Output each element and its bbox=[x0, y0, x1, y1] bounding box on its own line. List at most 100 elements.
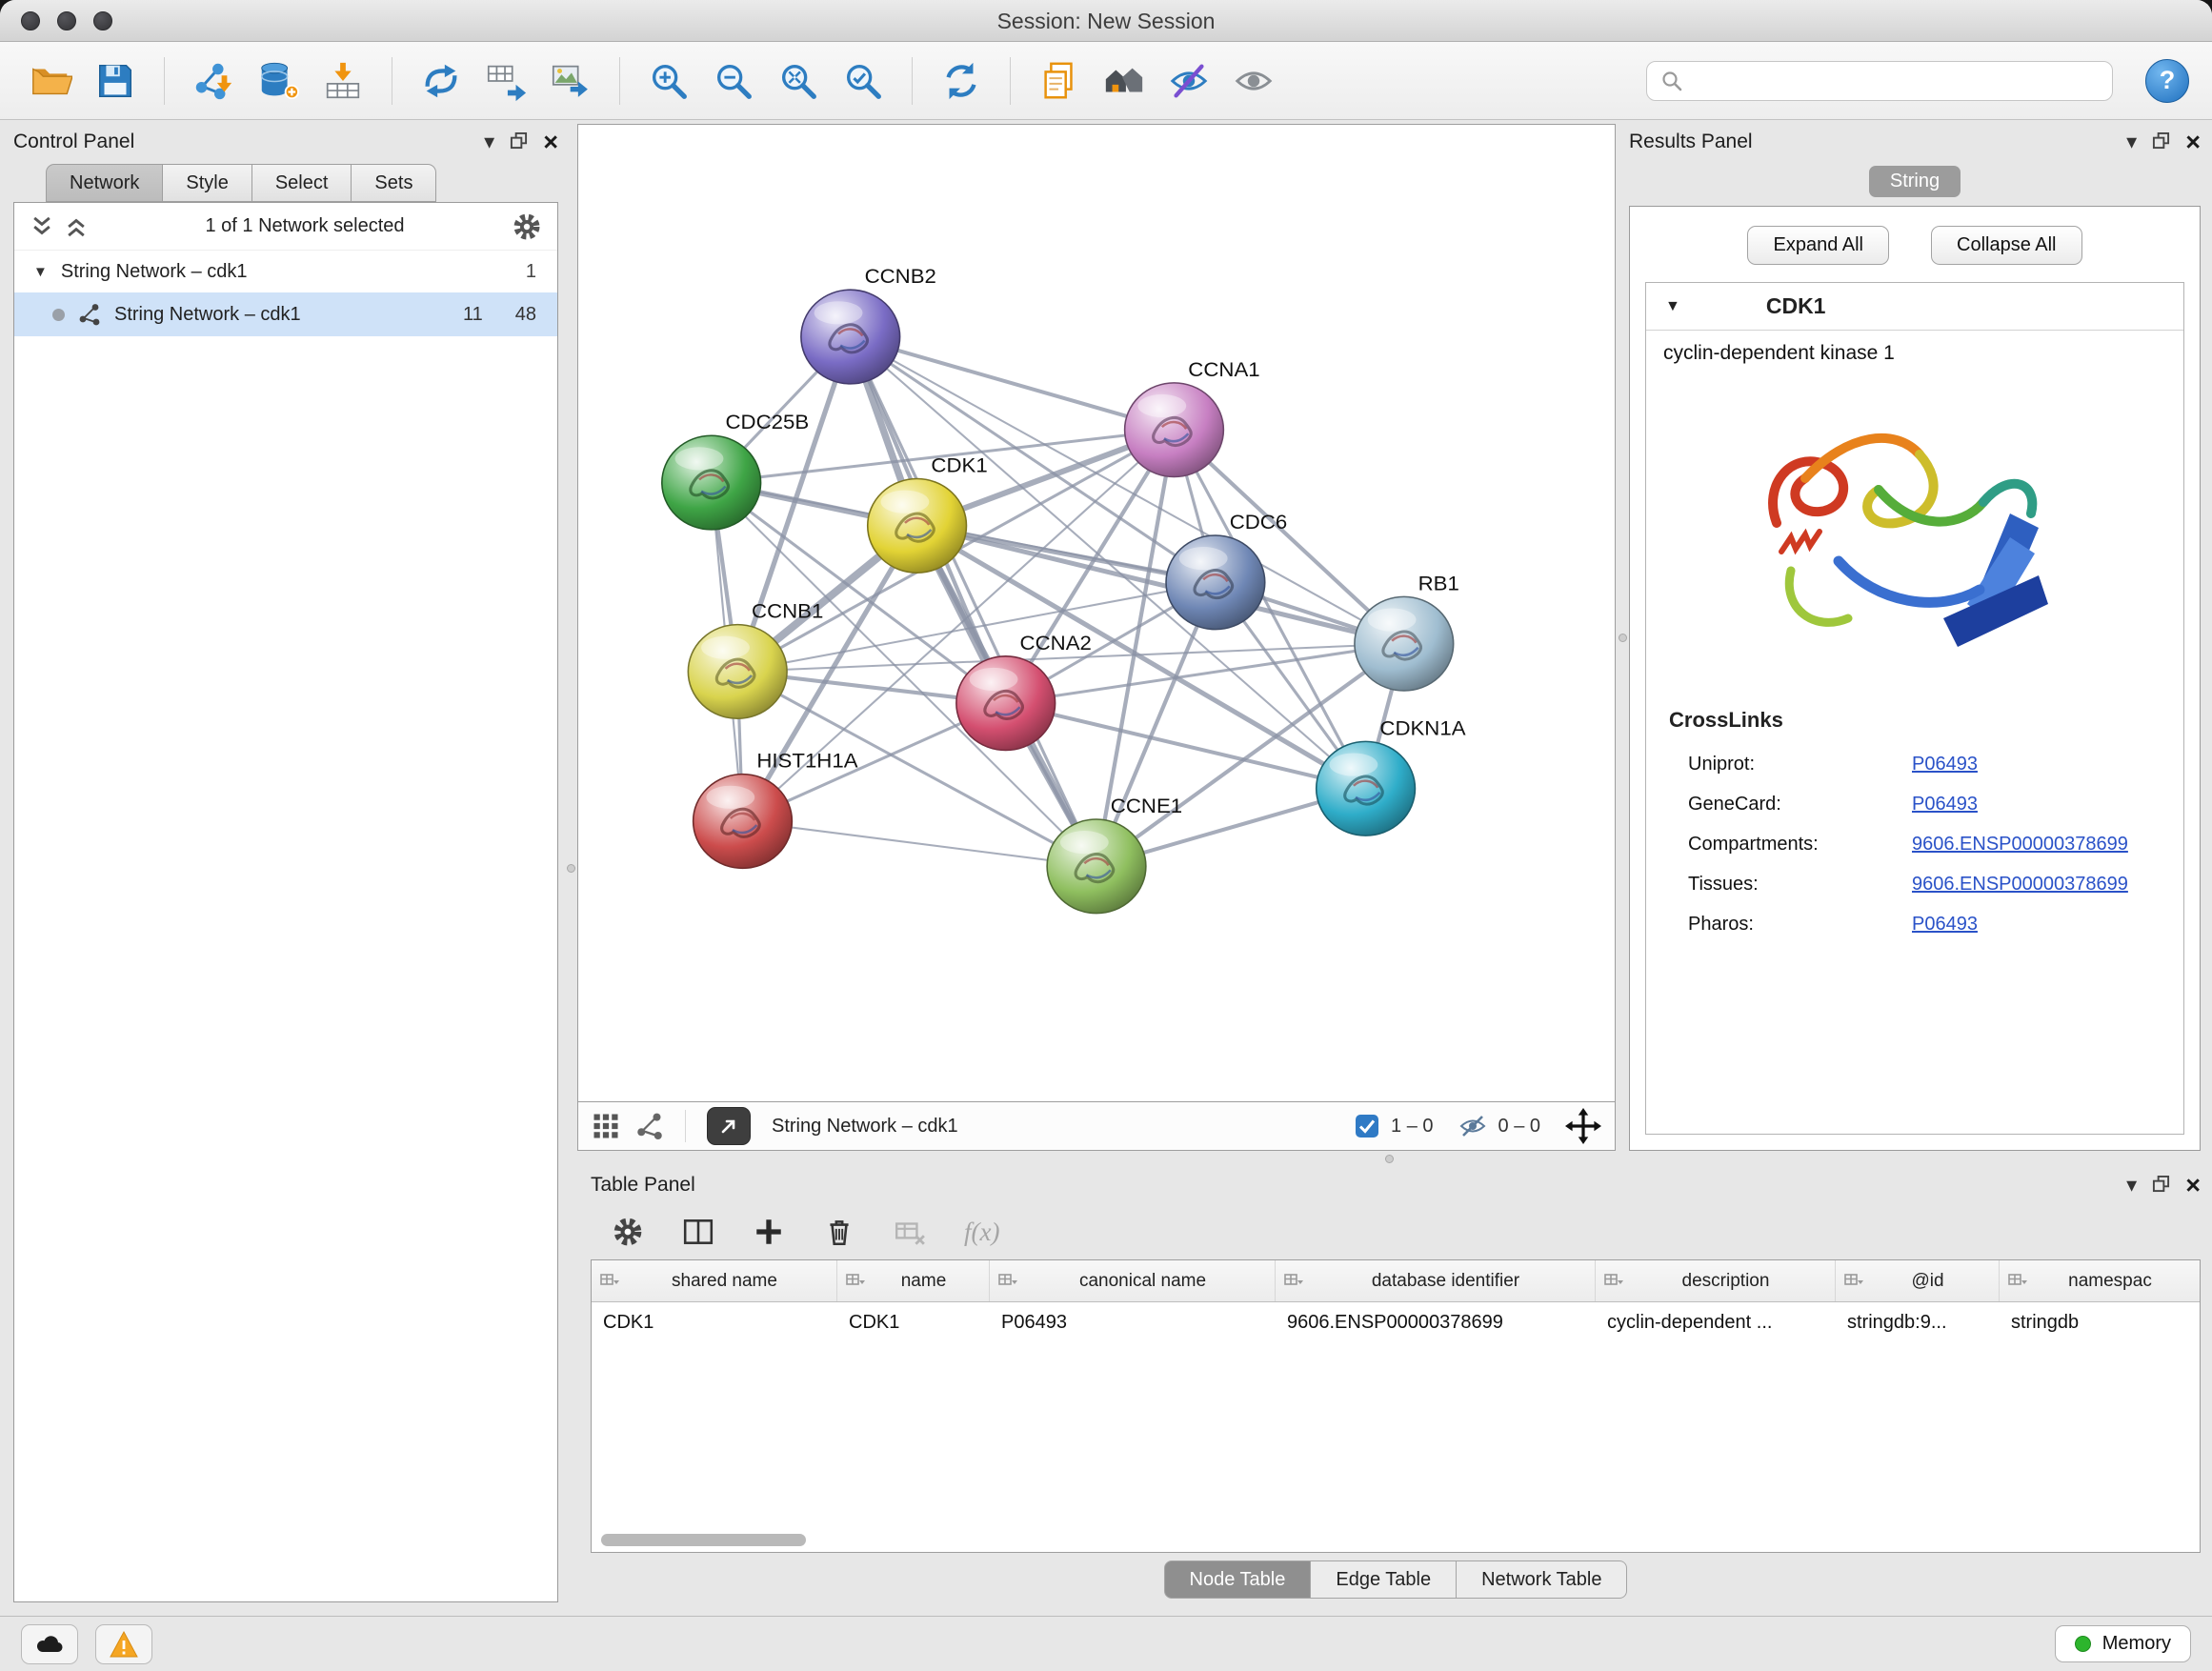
apply-layout-button[interactable] bbox=[934, 53, 989, 109]
tab-edge-table[interactable]: Edge Table bbox=[1311, 1560, 1457, 1599]
memory-button[interactable]: Memory bbox=[2055, 1625, 2191, 1662]
panel-collapse-icon[interactable]: ▾ bbox=[2126, 131, 2137, 152]
tab-node-table[interactable]: Node Table bbox=[1164, 1560, 1312, 1599]
network-node-rb1[interactable]: RB1 bbox=[1355, 572, 1459, 691]
pan-crosshair-icon[interactable] bbox=[1565, 1108, 1601, 1144]
splitter-grip[interactable] bbox=[567, 864, 575, 873]
export-table-button[interactable] bbox=[478, 53, 533, 109]
import-table-from-file-button[interactable] bbox=[315, 53, 371, 109]
results-panel: Results Panel ▾ × String bbox=[1629, 124, 2201, 1151]
horizontal-scrollbar-thumb[interactable] bbox=[601, 1534, 806, 1546]
show-all-button[interactable] bbox=[1226, 53, 1281, 109]
tab-style[interactable]: Style bbox=[163, 164, 251, 202]
tab-sets[interactable]: Sets bbox=[352, 164, 436, 202]
crosslink-genecard[interactable]: P06493 bbox=[1912, 794, 1978, 815]
column-header-id[interactable]: @id bbox=[1836, 1260, 2000, 1301]
new-network-from-selection-button[interactable] bbox=[413, 53, 469, 109]
expand-all-icon[interactable] bbox=[64, 214, 89, 239]
column-header-description[interactable]: description bbox=[1596, 1260, 1836, 1301]
help-button[interactable]: ? bbox=[2145, 59, 2189, 103]
open-in-new-window-button[interactable] bbox=[707, 1107, 751, 1145]
network-edge[interactable] bbox=[743, 821, 1096, 866]
crosslink-compartments[interactable]: 9606.ENSP00000378699 bbox=[1912, 834, 2128, 856]
column-header-namespace[interactable]: namespac bbox=[2000, 1260, 2200, 1301]
network-canvas-svg[interactable]: CCNB2CCNA1CDC25BCDK1CDC6RB1CCNB1CCNA2CDK… bbox=[578, 125, 1615, 1101]
column-header-name[interactable]: name bbox=[837, 1260, 990, 1301]
search-input[interactable] bbox=[1693, 70, 2099, 91]
network-node-hist1h1a[interactable]: HIST1H1A bbox=[694, 749, 858, 868]
crosslink-row: GeneCard: P06493 bbox=[1646, 784, 2183, 824]
open-session-button[interactable] bbox=[23, 53, 78, 109]
tab-select[interactable]: Select bbox=[252, 164, 352, 202]
hidden-eye-icon[interactable] bbox=[1458, 1114, 1487, 1138]
splitter-grip[interactable] bbox=[1619, 634, 1627, 642]
home-neighborhood-button[interactable] bbox=[1096, 53, 1152, 109]
network-canvas[interactable]: CCNB2CCNA1CDC25BCDK1CDC6RB1CCNB1CCNA2CDK… bbox=[577, 124, 1616, 1101]
panel-float-icon[interactable] bbox=[2152, 131, 2170, 153]
hide-selected-button[interactable] bbox=[1161, 53, 1217, 109]
network-edge[interactable] bbox=[917, 526, 1404, 644]
add-column-icon[interactable] bbox=[753, 1216, 785, 1248]
selected-checkbox-icon[interactable] bbox=[1355, 1114, 1379, 1138]
network-edge[interactable] bbox=[851, 337, 1096, 867]
network-share-icon[interactable] bbox=[635, 1112, 664, 1140]
network-row-selected[interactable]: String Network – cdk1 11 48 bbox=[14, 292, 557, 336]
crosslink-pharos[interactable]: P06493 bbox=[1912, 914, 1978, 936]
panel-float-icon[interactable] bbox=[510, 131, 528, 153]
zoom-fit-button[interactable] bbox=[771, 53, 826, 109]
column-header-shared-name[interactable]: shared name bbox=[592, 1260, 837, 1301]
expand-all-button[interactable]: Expand All bbox=[1747, 226, 1889, 265]
panel-close-icon[interactable]: × bbox=[2185, 130, 2201, 155]
crosslink-tissues[interactable]: 9606.ENSP00000378699 bbox=[1912, 874, 2128, 896]
network-edge[interactable] bbox=[851, 337, 1175, 431]
tab-string[interactable]: String bbox=[1869, 166, 1961, 197]
splitter-grip[interactable] bbox=[1385, 1155, 1394, 1163]
import-network-from-database-button[interactable] bbox=[251, 53, 306, 109]
main-area: Control Panel ▾ × Network Style Select S… bbox=[0, 120, 2212, 1616]
table-panel-splitter[interactable] bbox=[577, 1151, 2201, 1166]
show-columns-icon[interactable] bbox=[682, 1216, 714, 1248]
control-panel-splitter[interactable] bbox=[564, 120, 577, 1616]
network-node-ccnb2[interactable]: CCNB2 bbox=[801, 265, 936, 384]
delete-column-icon[interactable] bbox=[823, 1216, 855, 1248]
close-window-button[interactable] bbox=[21, 11, 40, 30]
panel-collapse-icon[interactable]: ▾ bbox=[2126, 1175, 2137, 1196]
search-box[interactable] bbox=[1646, 61, 2113, 101]
warnings-button[interactable] bbox=[95, 1624, 152, 1664]
panel-float-icon[interactable] bbox=[2152, 1175, 2170, 1197]
minimize-window-button[interactable] bbox=[57, 11, 76, 30]
tab-network-table[interactable]: Network Table bbox=[1457, 1560, 1627, 1599]
zoom-out-button[interactable] bbox=[706, 53, 761, 109]
cloud-status-button[interactable] bbox=[21, 1624, 78, 1664]
network-node-cdkn1a[interactable]: CDKN1A bbox=[1317, 716, 1466, 836]
import-network-from-file-button[interactable] bbox=[186, 53, 241, 109]
gear-icon[interactable] bbox=[512, 211, 542, 242]
import-network-icon bbox=[191, 59, 235, 103]
panel-close-icon[interactable]: × bbox=[543, 130, 558, 155]
panel-close-icon[interactable]: × bbox=[2185, 1173, 2201, 1198]
zoom-selected-button[interactable] bbox=[835, 53, 891, 109]
section-collapse-icon[interactable]: ▼ bbox=[1665, 298, 1680, 315]
network-collection-row[interactable]: ▼ String Network – cdk1 1 bbox=[14, 251, 557, 292]
column-header-canonical-name[interactable]: canonical name bbox=[990, 1260, 1276, 1301]
table-row[interactable]: CDK1 CDK1 P06493 9606.ENSP00000378699 cy… bbox=[592, 1302, 2200, 1342]
save-session-button[interactable] bbox=[88, 53, 143, 109]
gene-section-header[interactable]: ▼ CDK1 bbox=[1646, 283, 2183, 331]
network-node-ccna1[interactable]: CCNA1 bbox=[1125, 357, 1260, 476]
panel-collapse-icon[interactable]: ▾ bbox=[484, 131, 494, 152]
tree-expand-icon[interactable]: ▼ bbox=[33, 264, 48, 280]
network-node-cdc25b[interactable]: CDC25B bbox=[662, 411, 809, 530]
grid-icon[interactable] bbox=[592, 1112, 620, 1140]
export-image-button[interactable] bbox=[543, 53, 598, 109]
results-panel-splitter[interactable] bbox=[1616, 124, 1629, 1151]
zoom-window-button[interactable] bbox=[93, 11, 112, 30]
column-header-database-identifier[interactable]: database identifier bbox=[1276, 1260, 1596, 1301]
annotations-button[interactable] bbox=[1032, 53, 1087, 109]
zoom-in-button[interactable] bbox=[641, 53, 696, 109]
tab-network[interactable]: Network bbox=[46, 164, 163, 202]
table-panel: Table Panel ▾ × bbox=[577, 1166, 2201, 1602]
collapse-all-button[interactable]: Collapse All bbox=[1931, 226, 2082, 265]
crosslink-uniprot[interactable]: P06493 bbox=[1912, 754, 1978, 775]
table-settings-gear-icon[interactable] bbox=[612, 1216, 644, 1248]
collapse-all-icon[interactable] bbox=[30, 214, 54, 239]
